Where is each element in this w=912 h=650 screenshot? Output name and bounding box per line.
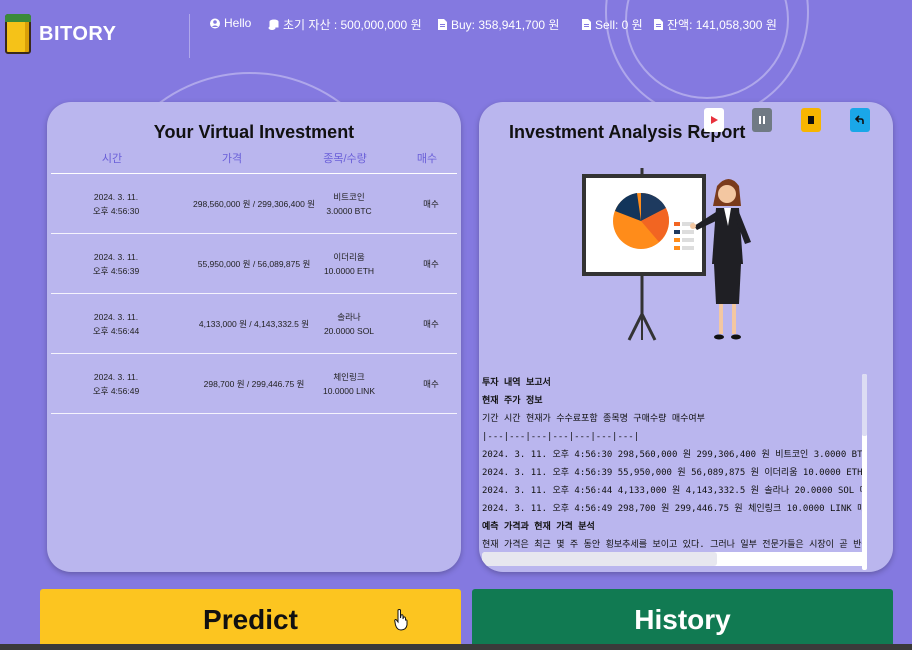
coins-icon [268, 19, 279, 30]
report-line: 현재 주가 정보 [482, 396, 543, 406]
report-line: 2024. 3. 11. 오후 4:56:49 298,700 원 299,44… [482, 504, 862, 514]
balance: 잔액: 141,058,300 원 [654, 16, 777, 33]
report-line: 예측 가격과 현재 가격 분석 [482, 522, 595, 532]
table-row[interactable]: 2024. 3. 11. 오후 4:56:30 298,560,000 원 / 2… [51, 174, 457, 234]
row-type: 매수 [423, 258, 439, 269]
report-line: 2024. 3. 11. 오후 4:56:30 298,560,000 원 29… [482, 450, 862, 460]
row-time: 2024. 3. 11. 오후 4:56:49 [92, 371, 140, 396]
document-icon [582, 19, 591, 30]
report-line: 2024. 3. 11. 오후 4:56:39 55,950,000 원 56,… [482, 468, 862, 478]
bottom-edge [0, 644, 912, 650]
row-time: 2024. 3. 11. 오후 4:56:44 [92, 311, 140, 336]
report-panel: Investment Analysis Report 투자 내역 보고서 현재 … [479, 102, 893, 572]
row-coin: 이더리움 10.0000 ETH [323, 251, 375, 276]
undo-icon [855, 115, 864, 124]
report-line: 투자 내역 보고서 [482, 378, 551, 388]
row-coin: 체인링크 10.0000 LINK [323, 371, 375, 396]
report-text[interactable]: 투자 내역 보고서 현재 주가 정보 기간 시간 현재가 수수료포함 종목명 구… [482, 374, 862, 554]
hand-cursor-icon [394, 609, 408, 631]
investment-panel: Your Virtual Investment 시간 가격 종목/수량 매수 2… [47, 102, 461, 572]
back-button[interactable] [850, 108, 870, 132]
table-row[interactable]: 2024. 3. 11. 오후 4:56:44 4,133,000 원 / 4,1… [51, 294, 457, 354]
pause-icon [759, 116, 765, 124]
column-header-time: 시간 [101, 153, 123, 165]
document-icon [654, 19, 663, 30]
pause-button[interactable] [752, 108, 772, 132]
buy-total: Buy: 358,941,700 원 [438, 16, 559, 33]
initial-assets: 초기 자산 : 500,000,000 원 [268, 16, 422, 33]
row-time: 2024. 3. 11. 오후 4:56:39 [92, 251, 140, 276]
table-row[interactable]: 2024. 3. 11. 오후 4:56:49 298,700 원 / 299,4… [51, 354, 457, 414]
column-header-coin-qty: 종목/수량 [323, 153, 367, 165]
column-header-price: 가격 [221, 153, 243, 165]
report-line: 기간 시간 현재가 수수료포함 종목명 구매수량 매수여부 [482, 414, 705, 424]
logo-text: BITORY [39, 22, 117, 45]
row-coin: 비트코인 3.0000 BTC [326, 191, 372, 216]
column-header-buy: 매수 [416, 153, 438, 165]
wallet-icon [5, 14, 31, 54]
report-horizontal-scrollbar[interactable] [482, 552, 867, 566]
scrollbar-thumb[interactable] [862, 374, 867, 436]
table-row[interactable]: 2024. 3. 11. 오후 4:56:39 55,950,000 원 / 56… [51, 234, 457, 294]
row-coin: 솔라나 20.0000 SOL [323, 311, 375, 336]
stop-button[interactable] [801, 108, 821, 132]
presentation-illustration [582, 168, 751, 341]
hello-greeting: Hello [210, 16, 251, 30]
row-type: 매수 [423, 378, 439, 389]
row-type: 매수 [423, 198, 439, 209]
play-icon [711, 116, 718, 124]
report-vertical-scrollbar[interactable] [862, 374, 867, 570]
document-icon [438, 19, 447, 30]
history-button[interactable]: History [472, 589, 893, 650]
scrollbar-thumb[interactable] [482, 552, 717, 566]
investment-title: Your Virtual Investment [153, 122, 355, 142]
report-line: |---|---|---|---|---|---|---| [482, 432, 640, 442]
row-type: 매수 [423, 318, 439, 329]
sell-total: Sell: 0 원 [582, 16, 643, 33]
header-divider [189, 14, 190, 58]
record-button[interactable] [704, 108, 724, 132]
row-time: 2024. 3. 11. 오후 4:56:30 [92, 191, 140, 216]
top-header: BITORY Hello 초기 자산 : 500,000,000 원 Buy: … [0, 0, 912, 62]
stop-icon [808, 116, 814, 124]
logo[interactable]: BITORY [5, 14, 116, 54]
report-line: 2024. 3. 11. 오후 4:56:44 4,133,000 원 4,14… [482, 486, 862, 496]
user-icon [210, 18, 220, 28]
